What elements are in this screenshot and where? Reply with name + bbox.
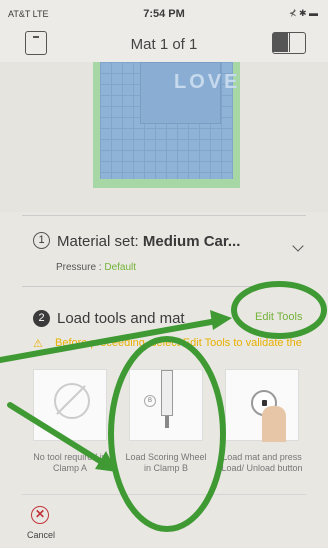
close-icon[interactable]: ✕ bbox=[31, 506, 49, 524]
status-indicators: ⊀ ✱ ▬ bbox=[288, 8, 318, 18]
scoring-wheel-icon bbox=[161, 370, 173, 416]
load-mat-card bbox=[225, 369, 299, 442]
pressure-label: Pressure : bbox=[56, 262, 105, 273]
material-set-label: Material set: bbox=[57, 233, 143, 250]
edit-tools-link[interactable]: Edit Tools bbox=[255, 311, 303, 323]
chevron-down-icon[interactable] bbox=[292, 240, 304, 252]
status-time: 7:54 PM bbox=[143, 8, 185, 20]
scoring-wheel-tip bbox=[165, 416, 169, 428]
material-set-value: Medium Car... bbox=[142, 233, 241, 250]
step-number-1: 1 bbox=[33, 232, 50, 249]
design-text: LOVE bbox=[174, 71, 241, 93]
pressure-row: Pressure : Default bbox=[56, 262, 136, 273]
scoring-wheel-card: B bbox=[129, 369, 203, 441]
navigation-bar: Mat 1 of 1 bbox=[0, 26, 328, 63]
split-view-right-pane bbox=[289, 33, 305, 52]
pressure-value[interactable]: Default bbox=[104, 262, 136, 273]
no-tool-icon bbox=[54, 383, 90, 419]
step-number-2: 2 bbox=[33, 310, 50, 327]
clamp-ring-icon: B bbox=[144, 395, 156, 407]
divider bbox=[22, 286, 306, 287]
cancel-button[interactable]: Cancel bbox=[26, 530, 56, 540]
finger-icon bbox=[262, 406, 286, 442]
tool-caption-clamp-a: No tool required in Clamp A bbox=[33, 452, 107, 473]
divider bbox=[22, 215, 306, 216]
load-tools-heading: Load tools and mat bbox=[57, 310, 185, 327]
split-view-icon[interactable] bbox=[272, 32, 306, 54]
warning-icon: ⚠ bbox=[33, 338, 43, 350]
status-bar: AT&T LTE 7:54 PM ⊀ ✱ ▬ bbox=[0, 0, 328, 26]
split-view-left-pane bbox=[273, 33, 288, 52]
material-set-row[interactable]: Material set: Medium Car... bbox=[57, 233, 240, 250]
tool-caption-clamp-b: Load Scoring Wheel in Clamp B bbox=[125, 452, 207, 473]
annotation-ellipse-edit-tools bbox=[231, 281, 327, 339]
divider bbox=[22, 494, 306, 495]
no-tool-card bbox=[33, 369, 107, 441]
load-button-symbol bbox=[262, 400, 267, 406]
tool-caption-load-mat: Load mat and press Load/ Unload button bbox=[221, 452, 303, 473]
annotation-arrowhead-1 bbox=[210, 310, 232, 330]
warning-text: Before proceeding, select Edit Tools to … bbox=[55, 337, 302, 349]
